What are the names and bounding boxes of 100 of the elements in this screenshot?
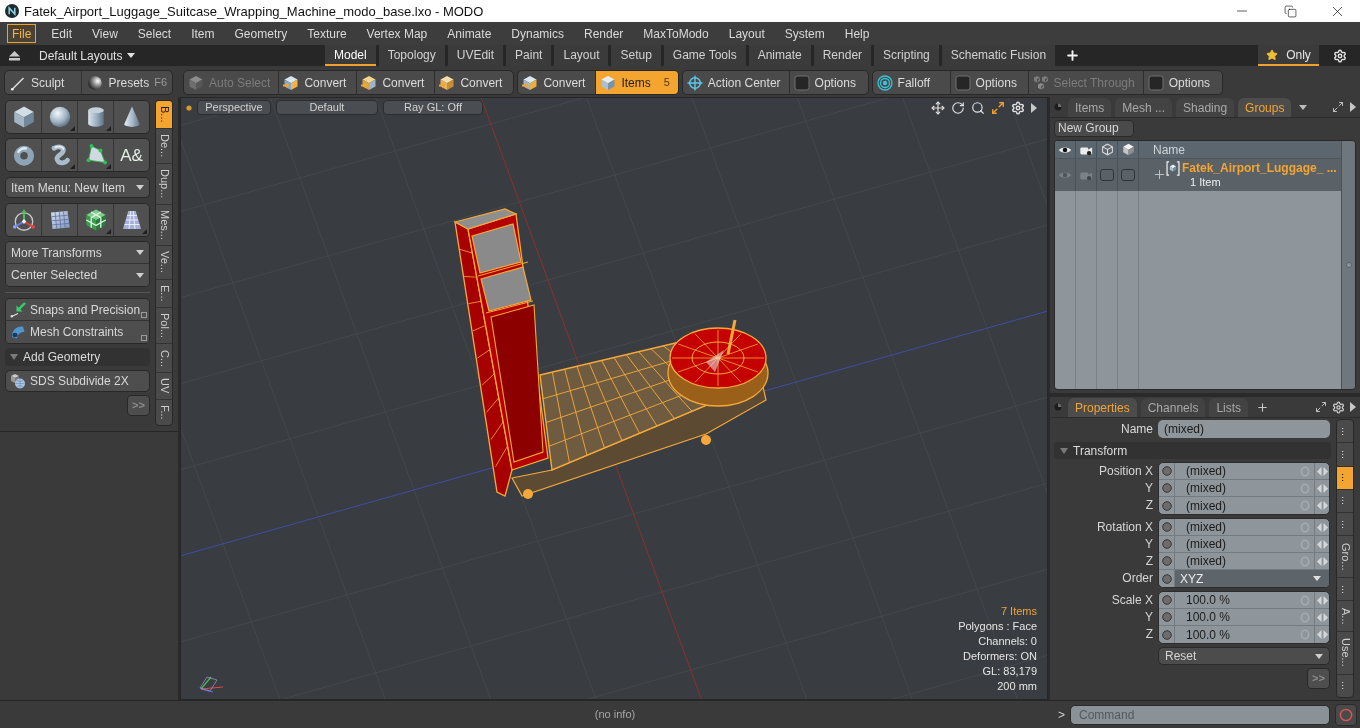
expand-icon[interactable] — [1332, 101, 1344, 113]
tool-button[interactable]: Options — [789, 71, 868, 94]
left-right-arrows-icon[interactable] — [1316, 612, 1328, 622]
layout-tab[interactable]: Schematic Fusion — [941, 45, 1056, 66]
menu-item[interactable]: Vertex Map — [361, 24, 433, 43]
triangle-down-icon[interactable] — [10, 353, 18, 361]
layout-tab[interactable]: Animate — [748, 45, 811, 66]
tool-button[interactable]: Snaps and Precision — [6, 299, 149, 321]
left-right-arrows-icon[interactable] — [1316, 630, 1328, 639]
side-tab[interactable]: ... — [1337, 489, 1353, 514]
number-field[interactable]: (mixed) — [1175, 480, 1314, 496]
number-field[interactable]: 100.0 % — [1175, 626, 1314, 643]
number-field[interactable]: 100.0 % — [1175, 609, 1314, 625]
key-circle-icon[interactable] — [1161, 539, 1172, 549]
left-right-arrows-icon[interactable] — [1316, 501, 1328, 510]
number-field[interactable]: (mixed) — [1175, 463, 1314, 479]
left-right-arrows-icon[interactable] — [1316, 483, 1328, 493]
key-circle-icon[interactable] — [1161, 573, 1172, 584]
menu-item[interactable]: MaxToModo — [638, 24, 714, 43]
tool-button[interactable]: Convert — [357, 71, 436, 94]
side-tab[interactable]: E... — [156, 279, 172, 308]
triangle-down-icon[interactable] — [1060, 446, 1068, 455]
maximize-icon[interactable] — [991, 100, 1005, 115]
number-field[interactable]: (mixed) — [1175, 536, 1314, 552]
panel-tab[interactable]: Items — [1068, 98, 1112, 117]
side-tab[interactable]: ... — [1337, 513, 1353, 537]
side-tab[interactable]: De... — [156, 129, 172, 164]
side-tab[interactable]: B... — [156, 101, 172, 130]
layout-tab[interactable]: Setup — [611, 45, 661, 66]
panel-tab[interactable]: Lists — [1209, 398, 1249, 417]
number-field[interactable]: 100.0 % — [1175, 592, 1314, 608]
menu-item[interactable]: Render — [579, 24, 629, 43]
new-group-button[interactable]: New Group — [1054, 119, 1134, 137]
key-circle-icon[interactable] — [1161, 612, 1172, 622]
tool-button[interactable]: Convert — [279, 71, 358, 94]
number-field[interactable]: (mixed) — [1175, 553, 1314, 569]
layouts-menu[interactable]: Default Layouts — [39, 46, 136, 65]
move-icon[interactable] — [931, 100, 945, 115]
checkbox[interactable] — [1100, 169, 1114, 181]
menu-item[interactable]: View — [87, 24, 123, 43]
triangle-icon[interactable] — [1350, 102, 1356, 112]
side-tab[interactable]: ... — [1337, 466, 1353, 490]
layout-tab[interactable]: Scripting — [874, 45, 939, 66]
expand-plus-icon[interactable] — [1155, 170, 1164, 179]
tool-button[interactable]: Convert — [435, 71, 514, 94]
side-tab[interactable]: Pol... — [156, 307, 172, 345]
item-menu-dropdown[interactable]: Item Menu: New Item — [5, 177, 150, 198]
expand-icon[interactable] — [1315, 401, 1327, 413]
reset-dropdown[interactable]: Reset — [1158, 647, 1330, 665]
view-option-button[interactable]: Perspective — [197, 100, 271, 115]
section-header[interactable]: Transform — [1054, 442, 1331, 459]
triangle-icon[interactable] — [1350, 402, 1356, 412]
viewport-menu-dot-icon[interactable] — [186, 104, 192, 111]
side-tab[interactable]: Ve... — [156, 246, 172, 280]
side-tab[interactable]: UV — [156, 373, 172, 400]
add-tab-icon[interactable] — [1065, 48, 1081, 63]
settings-icon[interactable] — [1332, 48, 1347, 63]
key-circle-icon[interactable] — [1161, 483, 1172, 493]
left-right-arrows-icon[interactable] — [1316, 539, 1328, 549]
cube-icon[interactable] — [11, 105, 36, 129]
panel-tab[interactable]: Mesh ... — [1115, 98, 1173, 117]
key-circle-icon[interactable] — [1161, 522, 1172, 532]
tool-button[interactable]: Options — [950, 71, 1029, 94]
tool-button[interactable]: Options — [1143, 71, 1222, 94]
layout-tab[interactable]: UVEdit — [447, 45, 504, 66]
transform-gizmo-icon[interactable] — [11, 208, 36, 232]
side-tab[interactable]: A... — [1337, 601, 1353, 632]
side-tab[interactable]: ... — [1337, 420, 1353, 444]
side-tab[interactable]: Use... — [1337, 631, 1353, 675]
menu-item[interactable]: Geometry — [229, 24, 293, 43]
layout-tab[interactable]: Game Tools — [663, 45, 746, 66]
menu-item[interactable]: Help — [839, 24, 875, 43]
rotate-icon[interactable] — [951, 100, 965, 115]
view-option-button[interactable]: Default — [276, 100, 378, 115]
up-arrow-icon[interactable] — [9, 50, 20, 61]
command-field[interactable]: Command — [1070, 704, 1330, 725]
tool-button[interactable]: Falloff — [872, 71, 951, 94]
tool-button[interactable]: Action Center — [682, 71, 790, 94]
key-circle-icon[interactable] — [1161, 629, 1172, 640]
settings-icon[interactable] — [1332, 400, 1345, 414]
menu-item[interactable]: Animate — [442, 24, 497, 43]
tool-button[interactable]: SDS Subdivide 2X — [5, 370, 150, 392]
panel-dot-icon[interactable] — [1054, 403, 1062, 411]
side-tab[interactable]: Gro... — [1337, 536, 1353, 579]
key-circle-icon[interactable] — [1161, 595, 1172, 605]
text-tool-icon[interactable]: A& — [120, 146, 143, 164]
side-tab[interactable]: ... — [1337, 674, 1353, 697]
side-tab[interactable]: ... — [1337, 443, 1353, 467]
menu-item[interactable]: Layout — [723, 24, 770, 43]
torus-icon[interactable] — [11, 143, 36, 167]
menu-item[interactable]: Edit — [46, 24, 78, 43]
section-header[interactable]: Add Geometry — [5, 348, 150, 366]
transform-dropdown[interactable]: More Transforms — [6, 242, 149, 264]
menu-item[interactable]: Dynamics — [506, 24, 569, 43]
number-field[interactable]: (mixed) — [1175, 497, 1314, 514]
key-circle-icon[interactable] — [1161, 556, 1172, 566]
panel-tab[interactable]: Groups — [1238, 98, 1292, 117]
menu-item[interactable]: Texture — [302, 24, 352, 43]
panel-tab[interactable]: Channels — [1140, 398, 1206, 417]
restore-icon[interactable] — [1283, 4, 1297, 18]
